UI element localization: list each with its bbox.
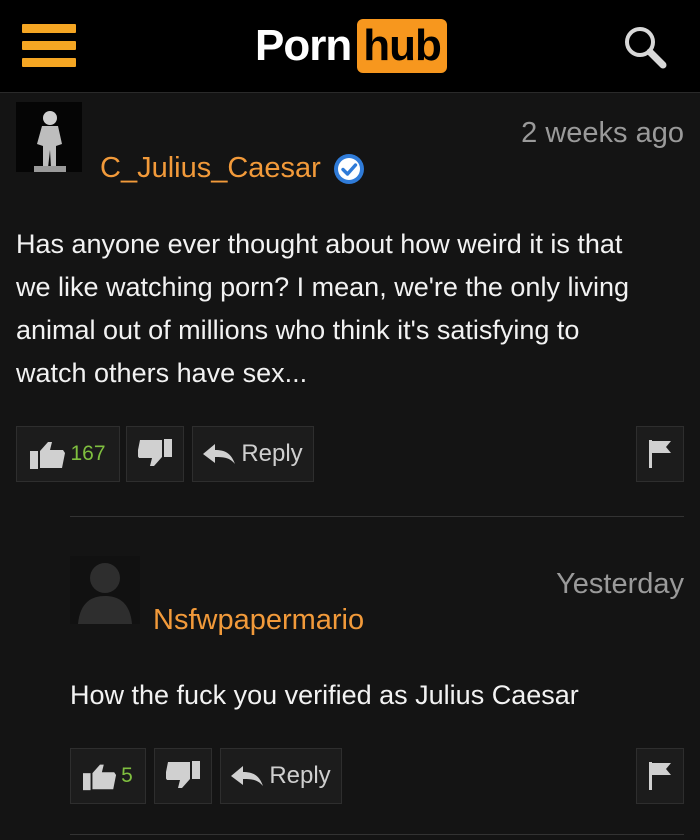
reply-arrow-icon bbox=[203, 444, 236, 464]
avatar[interactable] bbox=[16, 102, 82, 172]
top-bar: Porn hub bbox=[0, 0, 700, 93]
like-count: 167 bbox=[70, 442, 106, 465]
reply-label: Reply bbox=[269, 762, 331, 789]
flag-icon bbox=[649, 762, 671, 790]
like-button[interactable]: 5 bbox=[70, 748, 146, 804]
statue-avatar-icon bbox=[16, 102, 82, 172]
reply-button[interactable]: Reply bbox=[192, 426, 314, 482]
comment-username[interactable]: C_Julius_Caesar bbox=[100, 152, 365, 185]
dislike-button[interactable] bbox=[154, 748, 212, 804]
username-label: Nsfwpapermario bbox=[153, 604, 365, 636]
avatar[interactable] bbox=[70, 556, 140, 624]
default-user-avatar-icon bbox=[70, 556, 140, 624]
like-count: 5 bbox=[121, 764, 133, 787]
comment-username[interactable]: Nsfwpapermario bbox=[153, 604, 364, 637]
dislike-button[interactable] bbox=[126, 426, 184, 482]
site-logo[interactable]: Porn hub bbox=[255, 18, 447, 74]
comment-text: How the fuck you verified as Julius Caes… bbox=[70, 680, 579, 710]
logo-text-right: hub bbox=[357, 19, 447, 73]
comment-divider bbox=[70, 834, 684, 835]
thumbs-up-icon bbox=[83, 764, 117, 791]
reply-arrow-icon bbox=[231, 766, 264, 786]
comment-timestamp: Yesterday bbox=[556, 568, 684, 600]
search-icon[interactable] bbox=[620, 22, 670, 72]
thumbs-down-icon bbox=[166, 761, 200, 788]
verified-badge-icon bbox=[333, 153, 364, 184]
logo-text-left: Porn bbox=[255, 21, 352, 70]
reply-label: Reply bbox=[241, 440, 303, 467]
comment-timestamp: 2 weeks ago bbox=[521, 117, 684, 149]
thumbs-up-icon bbox=[30, 442, 66, 469]
report-button[interactable] bbox=[636, 748, 684, 804]
username-label: C_Julius_Caesar bbox=[100, 152, 321, 184]
thumbs-down-icon bbox=[138, 439, 172, 466]
report-button[interactable] bbox=[636, 426, 684, 482]
comment-divider bbox=[70, 516, 684, 517]
reply-button[interactable]: Reply bbox=[220, 748, 342, 804]
comment-text: Has anyone ever thought about how weird … bbox=[16, 229, 629, 388]
like-button[interactable]: 167 bbox=[16, 426, 120, 482]
hamburger-menu-icon[interactable] bbox=[22, 24, 76, 68]
flag-icon bbox=[649, 440, 671, 468]
